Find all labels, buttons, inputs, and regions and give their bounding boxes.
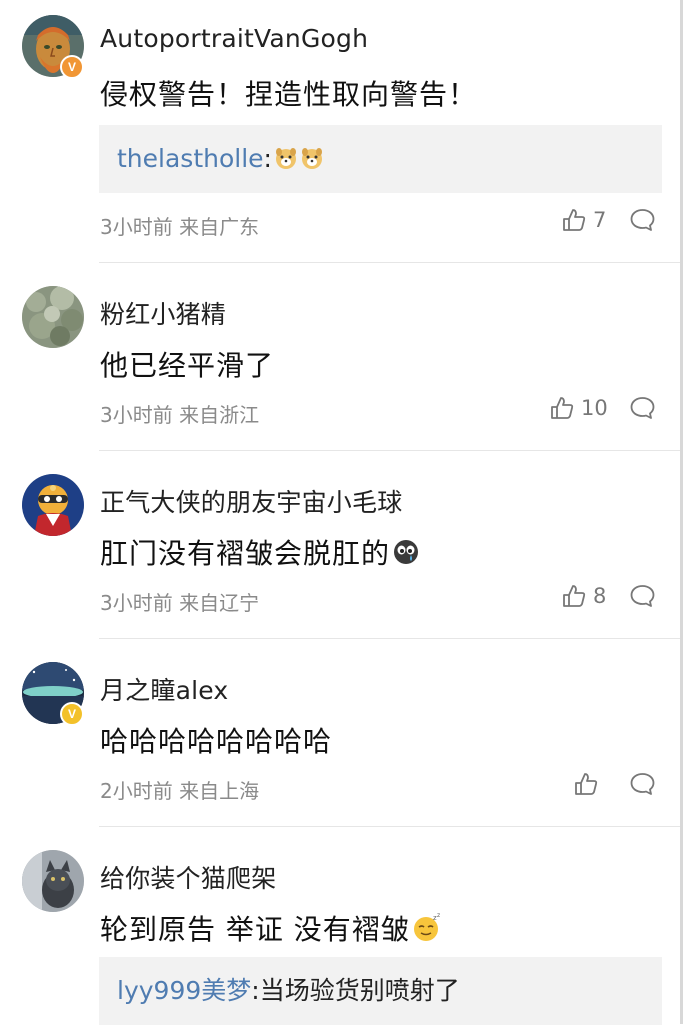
comment-text-content: 轮到原告 举证 没有褶皱 [100,913,410,946]
comment-text-content: 肛门没有褶皱会脱肛的 [100,537,391,570]
comment-location: 来自上海 [179,779,260,803]
comment-location: 来自广东 [179,215,260,239]
thumbs-up-icon [561,583,587,609]
reply-preview[interactable]: lyy999美梦:当场验货别喷射了 [99,957,662,1025]
comment-username[interactable]: 给你装个猫爬架 [100,859,276,895]
like-count: 7 [593,208,607,232]
comment-meta: 3小时前 来自辽宁 [100,587,259,616]
comment-bubble-icon [629,209,656,238]
comment-time: 3小时前 [100,215,173,239]
reply-preview[interactable]: thelastholle: [99,125,662,193]
verified-badge: V [60,702,84,726]
user-avatar[interactable] [22,474,84,536]
reply-username[interactable]: lyy999美梦 [117,976,251,1005]
comment-text: 肛门没有褶皱会脱肛的 [100,532,420,573]
comment-item: 正气大侠的朋友宇宙小毛球 肛门没有褶皱会脱肛的 3小时前 来自辽宁 8 [0,459,683,647]
comment-time: 3小时前 [100,591,173,615]
like-count: 10 [581,396,608,420]
comment-bubble-icon [629,397,656,426]
user-avatar[interactable] [22,850,84,912]
comment-username[interactable]: 月之瞳alex [100,671,228,707]
comment-bubble-icon [629,585,656,614]
sleepy-emoji-icon: zz [412,912,442,949]
comment-item: 粉红小猪精 他已经平滑了 3小时前 来自浙江 10 [0,271,683,459]
comment-time: 2小时前 [100,779,173,803]
comment-meta: 3小时前 来自浙江 [100,399,259,428]
comment-time: 3小时前 [100,403,173,427]
like-button[interactable]: 10 [549,393,608,423]
reply-username[interactable]: thelastholle [117,144,264,173]
reply-button[interactable] [629,583,656,614]
comment-text: 轮到原告 举证 没有褶皱 z z [100,908,442,949]
comment-item: 给你装个猫爬架 轮到原告 举证 没有褶皱 z z lyy999美梦:当场验货别喷射了 [0,835,683,1025]
divider [99,262,683,263]
dog-emoji-icon [274,128,298,196]
reply-button[interactable] [629,207,656,238]
divider [99,450,683,451]
thumbs-up-icon [561,207,587,233]
reply-text: :当场验货别喷射了 [251,976,460,1005]
comment-item: V 月之瞳alex 哈哈哈哈哈哈哈哈 2小时前 来自上海 [0,647,683,835]
comment-meta: 3小时前 来自广东 [100,211,259,240]
comment-location: 来自辽宁 [179,591,260,615]
comment-text: 侵权警告！捏造性取向警告！ [100,78,478,111]
reply-button[interactable] [629,395,656,426]
comment-text: 哈哈哈哈哈哈哈哈 [100,725,333,758]
reply-text: : [263,144,272,173]
crying-emoji-icon [392,538,420,573]
reply-button[interactable] [629,771,656,802]
comment-location: 来自浙江 [179,403,260,427]
divider [99,826,683,827]
comment-username[interactable]: AutoportraitVanGogh [100,24,368,53]
dog-emoji-icon [300,128,324,196]
thumbs-up-icon [549,395,575,421]
comment-meta: 2小时前 来自上海 [100,775,259,804]
comment-item: V AutoportraitVanGogh 侵权警告！捏造性取向警告！ thel… [0,0,683,263]
like-count: 8 [593,584,607,608]
divider [99,638,683,639]
comment-text: 他已经平滑了 [100,349,275,382]
comment-username[interactable]: 粉红小猪精 [100,295,226,331]
user-avatar[interactable] [22,286,84,348]
thumbs-up-icon [573,771,599,797]
svg-text:z: z [437,912,441,919]
comment-bubble-icon [629,773,656,802]
verified-badge: V [60,55,84,79]
like-button[interactable] [573,769,605,799]
comment-username[interactable]: 正气大侠的朋友宇宙小毛球 [100,483,402,519]
like-button[interactable]: 7 [561,205,606,235]
like-button[interactable]: 8 [561,581,606,611]
